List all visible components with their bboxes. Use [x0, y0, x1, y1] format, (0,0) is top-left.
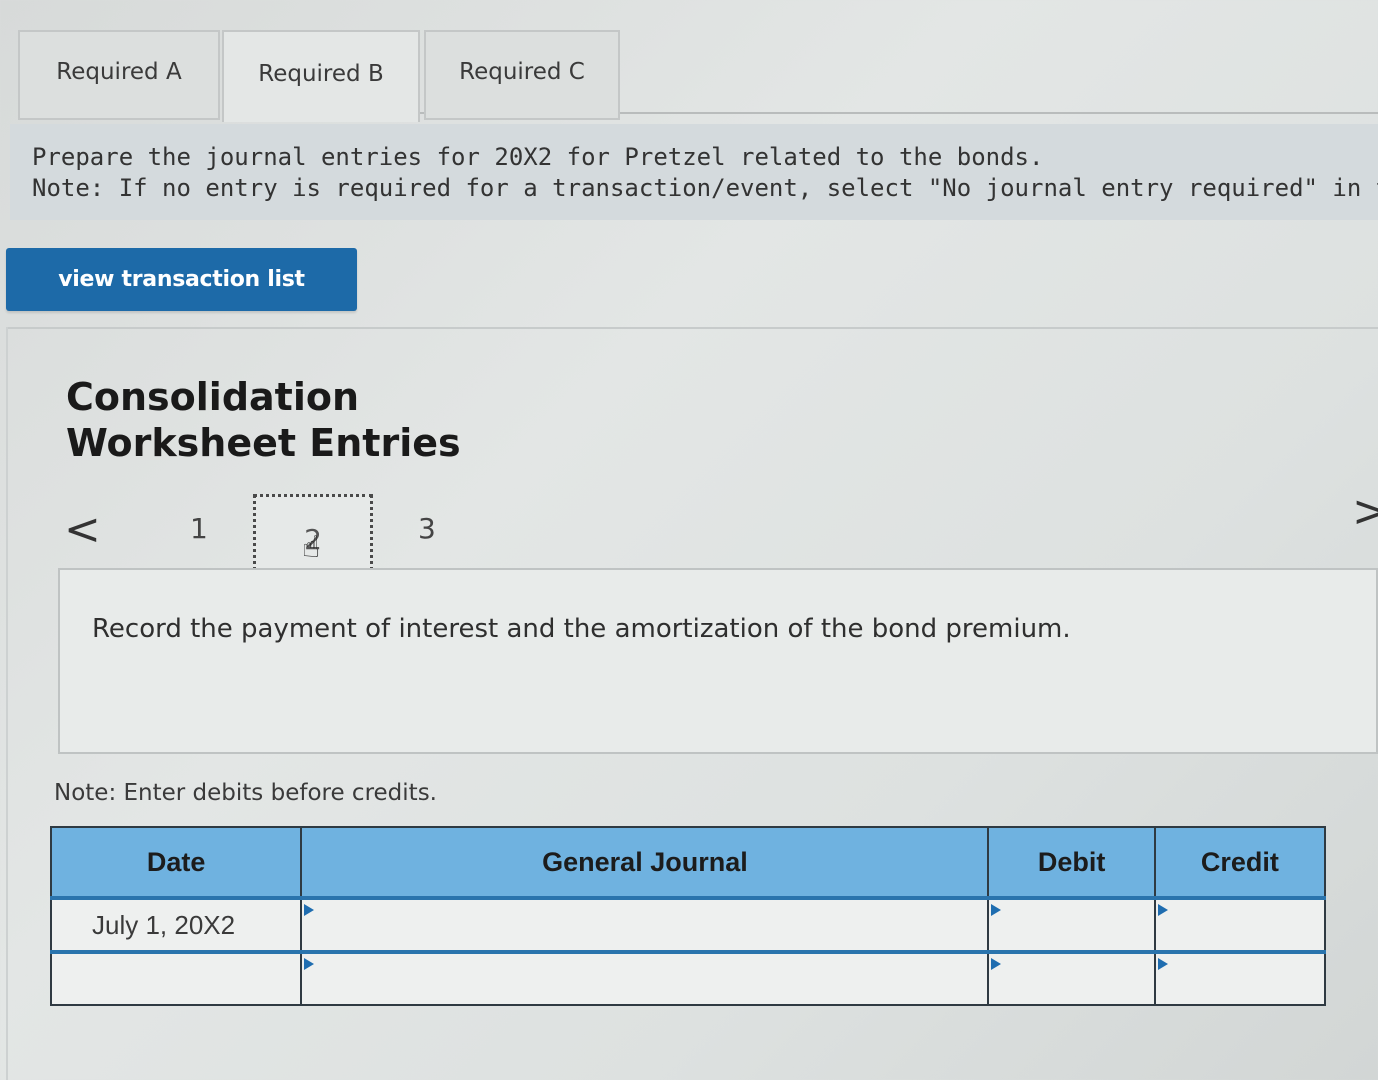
general-journal-dropdown[interactable] — [300, 896, 990, 953]
tab-required-c[interactable]: Required C — [424, 30, 620, 120]
instruction-line-2: Note: If no entry is required for a tran… — [32, 174, 1378, 202]
column-header-debit: Debit — [987, 826, 1156, 899]
debit-input[interactable] — [987, 896, 1156, 953]
date-cell[interactable] — [49, 950, 303, 1006]
hand-pointer-cursor-icon: ☝ — [302, 530, 321, 565]
entry-instruction-text: Record the payment of interest and the a… — [92, 614, 1071, 644]
instruction-box: Prepare the journal entries for 20X2 for… — [10, 124, 1378, 220]
general-journal-dropdown[interactable] — [300, 950, 990, 1006]
column-header-general-journal: General Journal — [300, 826, 990, 899]
debit-input[interactable] — [987, 950, 1156, 1006]
panel-border-left — [6, 327, 8, 1080]
tab-required-a[interactable]: Required A — [18, 30, 220, 120]
page-1-link[interactable]: 1 — [190, 512, 208, 545]
chevron-right-icon[interactable]: > — [1352, 486, 1378, 537]
table-row — [49, 950, 1327, 1006]
table-row: July 1, 20X2 — [49, 896, 1327, 953]
column-header-credit: Credit — [1153, 826, 1327, 899]
table-header-row: Date General Journal Debit Credit — [49, 826, 1327, 899]
section-title: Consolidation Worksheet Entries — [66, 374, 461, 466]
panel-border-top — [6, 327, 1378, 329]
credit-input[interactable] — [1153, 950, 1327, 1006]
chevron-left-icon[interactable]: < — [64, 504, 101, 555]
tab-required-b[interactable]: Required B — [222, 30, 420, 122]
journal-table: Date General Journal Debit Credit July 1… — [49, 826, 1327, 1006]
section-title-line-1: Consolidation — [66, 375, 360, 419]
instruction-line-1: Prepare the journal entries for 20X2 for… — [32, 143, 1044, 171]
tab-bar: Required A Required B Required C — [0, 0, 1378, 124]
column-header-date: Date — [49, 826, 303, 899]
section-title-line-2: Worksheet Entries — [66, 421, 461, 465]
view-transaction-list-button[interactable]: view transaction list — [6, 248, 357, 311]
page-3-link[interactable]: 3 — [418, 512, 436, 545]
entry-instruction-card: Record the payment of interest and the a… — [58, 568, 1378, 754]
debit-note: Note: Enter debits before credits. — [54, 780, 437, 806]
date-cell[interactable]: July 1, 20X2 — [49, 896, 303, 953]
credit-input[interactable] — [1153, 896, 1327, 953]
